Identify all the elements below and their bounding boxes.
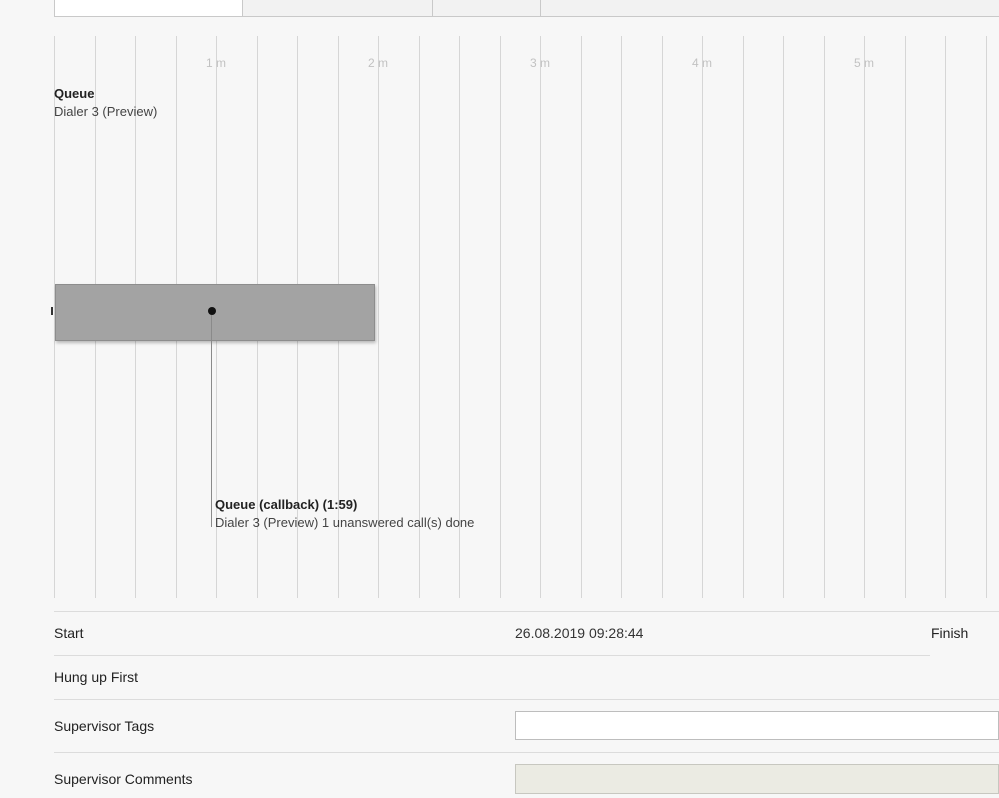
supervisor-comments-input[interactable] [515, 764, 999, 794]
supervisor-tags-label: Supervisor Tags [54, 718, 155, 734]
time-tick-label: 2 m [367, 56, 389, 70]
tab-strip [54, 0, 999, 17]
gridline [905, 36, 906, 598]
gridline [783, 36, 784, 598]
divider [54, 611, 999, 612]
event-marker-dot[interactable] [208, 307, 216, 315]
gridline [864, 36, 865, 598]
time-tick-label: 1 m [205, 56, 227, 70]
supervisor-comments-label: Supervisor Comments [54, 771, 193, 787]
tab[interactable] [242, 0, 433, 16]
event-title: Queue (callback) (1:59) [215, 497, 358, 512]
bar-start-marker [51, 307, 53, 315]
divider [54, 752, 999, 753]
time-tick-label: 4 m [691, 56, 713, 70]
lane-subtitle: Dialer 3 (Preview) [54, 104, 158, 119]
gridline [621, 36, 622, 598]
supervisor-tags-input[interactable] [515, 711, 999, 740]
divider [54, 699, 999, 700]
gridline [824, 36, 825, 598]
start-value: 26.08.2019 09:28:44 [515, 625, 644, 641]
tab[interactable] [540, 0, 999, 16]
gridline [581, 36, 582, 598]
gridline [378, 36, 379, 598]
gridline [743, 36, 744, 598]
start-label: Start [54, 625, 84, 641]
hung-up-first-label: Hung up First [54, 669, 139, 685]
gridline [500, 36, 501, 598]
gridline [986, 36, 987, 598]
call-timeline: 1 m 2 m 3 m 4 m 5 m Queue Dialer 3 (Prev… [0, 36, 999, 598]
gridline [419, 36, 420, 598]
time-tick-label: 5 m [853, 56, 875, 70]
finish-label: Finish [931, 625, 969, 641]
event-connector-line [211, 315, 212, 527]
divider [54, 655, 930, 656]
event-detail: Dialer 3 (Preview) 1 unanswered call(s) … [215, 515, 475, 530]
gridline [540, 36, 541, 598]
tab[interactable] [432, 0, 541, 16]
gridline [945, 36, 946, 598]
gridline [702, 36, 703, 598]
lane-title: Queue [54, 86, 95, 101]
time-tick-label: 3 m [529, 56, 551, 70]
gridline [662, 36, 663, 598]
gridline [459, 36, 460, 598]
tab[interactable] [54, 0, 243, 16]
